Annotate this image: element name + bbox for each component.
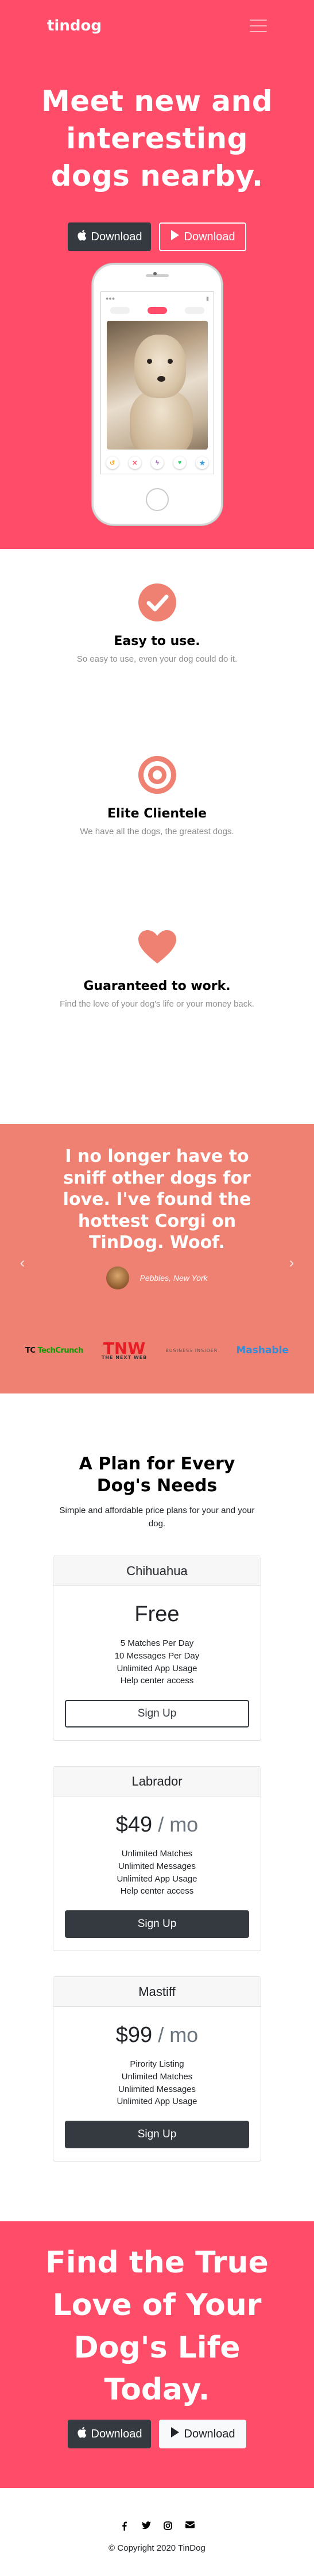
feature-title: Guaranteed to work. (83, 979, 231, 993)
cta-section: Find the True Love of Your Dog's Life To… (0, 2221, 314, 2488)
techcrunch-logo: TC TechCrunch (25, 1346, 83, 1355)
hero-title: Meet new and interesting dogs nearby. (41, 85, 273, 193)
social-icons (0, 2521, 314, 2531)
feature-elite: Elite Clientele We have all the dogs, th… (0, 756, 314, 928)
chevron-right-icon: › (289, 1253, 294, 1271)
pricing-subtitle: Simple and affordable price plans for yo… (59, 1506, 255, 1529)
testimonial-author: Pebbles, New York (0, 1266, 314, 1289)
plan-card-chihuahua: Chihuahua Free 5 Matches Per Day 10 Mess… (53, 1556, 261, 1741)
download-label: Download (91, 230, 142, 243)
plan-name: Labrador (53, 1767, 261, 1796)
nope-icon: ✕ (128, 456, 141, 469)
google-play-icon (170, 230, 180, 244)
feature-text: Find the love of your dog's life or your… (60, 999, 254, 1009)
apple-icon (77, 229, 87, 244)
plan-card-labrador: Labrador $49 / mo Unlimited Matches Unli… (53, 1766, 261, 1951)
plan-price: $49 / mo (115, 1813, 199, 1837)
plan-name: Chihuahua (53, 1556, 261, 1586)
chevron-left-icon: ‹ (20, 1253, 25, 1271)
plan-feature: 5 Matches Per Day (120, 1638, 194, 1648)
dog-photo (107, 321, 208, 450)
feature-easy: Easy to use. So easy to use, even your d… (0, 583, 314, 756)
features-section: Easy to use. So easy to use, even your d… (0, 549, 314, 1124)
plan-card-mastiff: Mastiff $99 / mo Pirority Listing Unlimi… (53, 1976, 261, 2162)
like-icon: ♥ (173, 456, 187, 469)
plan-feature: Unlimited Matches (121, 2071, 193, 2082)
superlike-icon: ★ (196, 456, 209, 469)
press-logos: TC TechCrunch TNW THE NEXT WEB BUSINESS I… (0, 1341, 314, 1360)
cta-download-buttons: Download Download (0, 2420, 314, 2449)
plan-feature: Unlimited Messages (118, 2084, 196, 2094)
author-name: Pebbles, New York (139, 1273, 208, 1283)
feature-guaranteed: Guaranteed to work. Find the love of you… (0, 928, 314, 1101)
pricing-section: A Plan for Every Dog's Needs Simple and … (0, 1393, 314, 2221)
plan-feature: Unlimited Messages (118, 1861, 196, 1871)
phone-camera (153, 272, 157, 275)
plan-feature: 10 Messages Per Day (114, 1650, 200, 1661)
carousel-next-button[interactable]: › (283, 1176, 300, 1349)
twitter-icon[interactable] (141, 2521, 151, 2531)
tnw-logo: TNW THE NEXT WEB (101, 1339, 148, 1361)
download-label: Download (184, 230, 235, 243)
plan-feature: Help center access (120, 1676, 194, 1686)
plan-feature: Unlimited Matches (121, 1849, 193, 1859)
phone-home-button (146, 488, 169, 511)
brand-logo[interactable]: tindog (47, 17, 102, 34)
feature-text: So easy to use, even your dog could do i… (76, 654, 238, 664)
testimonial-quote: I no longer have to sniff other dogs for… (63, 1146, 251, 1253)
screen-status-bar: ●●● ▮ (106, 295, 209, 302)
business-insider-logo: BUSINESS INSIDER (165, 1347, 218, 1353)
hero-download-buttons: Download Download (0, 222, 314, 251)
title-section: tindog Meet new and interesting dogs nea… (0, 0, 314, 549)
rewind-icon: ↺ (106, 456, 119, 469)
plan-features: 5 Matches Per Day 10 Messages Per Day Un… (65, 1637, 249, 1687)
download-apple-button[interactable]: Download (68, 2420, 151, 2449)
phone-screen: ●●● ▮ ↺ ✕ ϟ ♥ ★ (100, 291, 214, 474)
feature-title: Easy to use. (114, 634, 200, 648)
avatar (106, 1266, 130, 1289)
plan-features: Unlimited Matches Unlimited Messages Unl… (65, 1848, 249, 1898)
screen-actions: ↺ ✕ ϟ ♥ ★ (101, 456, 214, 469)
mashable-logo: Mashable (236, 1345, 289, 1357)
plan-price: Free (134, 1602, 180, 1626)
google-play-icon (170, 2427, 180, 2441)
download-google-button[interactable]: Download (159, 2420, 246, 2449)
testimonials-section: I no longer have to sniff other dogs for… (0, 1124, 314, 1393)
check-circle-icon (138, 583, 176, 621)
facebook-icon[interactable] (120, 2521, 129, 2531)
feature-title: Elite Clientele (107, 807, 207, 821)
plan-feature: Unlimited App Usage (117, 2097, 197, 2107)
instagram-icon[interactable] (164, 2521, 173, 2531)
download-google-button[interactable]: Download (159, 222, 246, 251)
feature-text: We have all the dogs, the greatest dogs. (80, 827, 234, 836)
signup-button-labrador[interactable]: Sign Up (65, 1910, 249, 1938)
plan-feature: Pirority Listing (130, 2059, 184, 2069)
plan-feature: Unlimited App Usage (117, 1663, 197, 1673)
download-label: Download (91, 2427, 142, 2440)
copyright-text: © Copyright 2020 TinDog (108, 2543, 206, 2553)
hamburger-icon[interactable] (250, 20, 267, 32)
plan-name: Mastiff (53, 1977, 261, 2007)
plan-price: $99 / mo (115, 2023, 199, 2047)
signup-button-mastiff[interactable]: Sign Up (65, 2121, 249, 2148)
boost-icon: ϟ (150, 456, 164, 469)
download-label: Download (184, 2427, 235, 2440)
iphone-mockup: ●●● ▮ ↺ ✕ ϟ ♥ ★ (92, 263, 223, 525)
navbar: tindog (0, 0, 314, 52)
footer: © Copyright 2020 TinDog (0, 2488, 314, 2576)
signup-button-chihuahua[interactable]: Sign Up (65, 1700, 249, 1727)
screen-tabs (101, 305, 214, 316)
bullseye-icon (138, 756, 176, 794)
plan-feature: Help center access (120, 1886, 194, 1897)
envelope-icon[interactable] (185, 2521, 195, 2531)
phone-speaker (146, 274, 169, 277)
pricing-title: A Plan for Every Dog's Needs (79, 1454, 235, 1496)
apple-icon (77, 2427, 87, 2441)
cta-title: Find the True Love of Your Dog's Life To… (45, 2245, 269, 2408)
heart-icon (138, 930, 176, 963)
plan-features: Pirority Listing Unlimited Matches Unlim… (65, 2058, 249, 2108)
plan-feature: Unlimited App Usage (117, 1874, 197, 1884)
download-apple-button[interactable]: Download (68, 222, 151, 251)
carousel-prev-button[interactable]: ‹ (14, 1176, 31, 1349)
